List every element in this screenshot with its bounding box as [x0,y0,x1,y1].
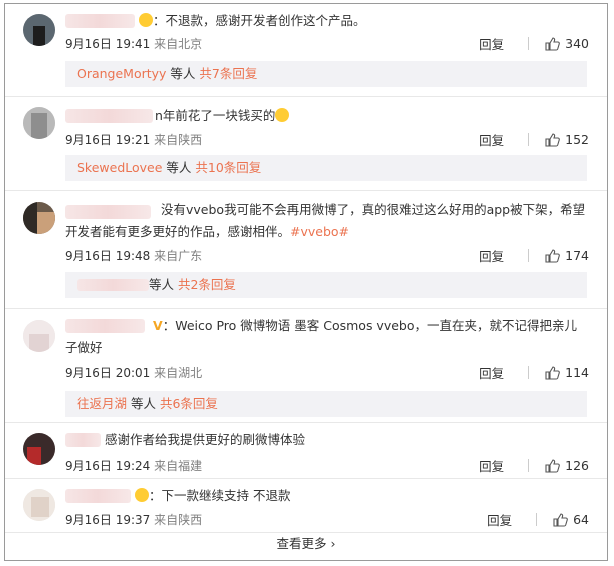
username-blurred[interactable] [65,109,153,123]
comment-date: 9月16日 19:37 [65,513,151,527]
reply-summary[interactable]: OrangeMortyy 等人 共7条回复 [65,61,587,87]
divider [5,422,607,423]
divider [5,96,607,97]
comment-actions: 回复 126 [479,456,589,475]
crown-icon [139,13,153,27]
reply-summary[interactable]: 等人 共2条回复 [65,272,587,298]
like-button[interactable]: 126 [545,458,589,473]
like-button[interactable]: 152 [545,132,589,147]
avatar[interactable] [23,202,55,234]
username-blurred[interactable] [65,489,131,503]
comment-date: 9月16日 19:24 [65,459,151,473]
like-button[interactable]: 114 [545,365,589,380]
comment-location: 来自陕西 [154,513,203,527]
username-blurred[interactable] [65,433,101,447]
reply-button[interactable]: 回复 [487,510,512,529]
thumbs-up-icon [545,132,560,147]
comment-meta: 9月16日 19:24 来自福建 [65,457,202,474]
like-count: 174 [565,248,589,263]
reply-count-link[interactable]: 共7条回复 [199,66,257,81]
comment-text: 感谢作者给我提供更好的刷微博体验 [105,432,306,447]
divider [5,478,607,479]
comment-panel: ：不退款，感谢开发者创作这个产品。 9月16日 19:41 来自北京 回复 34… [4,3,608,561]
like-count: 114 [565,365,589,380]
vip-icon: V [153,318,163,333]
like-button[interactable]: 174 [545,248,589,263]
reply-count-link[interactable]: 共2条回复 [178,277,236,292]
thumbs-up-icon [553,512,568,527]
reply-summary[interactable]: 往返月湖 等人 共6条回复 [65,391,587,417]
comment-actions: 回复 174 [479,246,589,265]
chevron-right-icon: › [330,536,336,551]
topic-tag[interactable]: #vvebo# [290,224,349,239]
comment-meta: 9月16日 20:01 来自湖北 [65,364,202,381]
crying-emoji-icon [275,108,290,122]
like-count: 340 [565,36,589,51]
reply-button[interactable]: 回复 [479,130,504,149]
comment-location: 来自陕西 [154,133,203,147]
comment-meta: 9月16日 19:41 来自北京 [65,35,202,52]
reply-button[interactable]: 回复 [479,456,504,475]
avatar[interactable] [23,14,55,46]
reply-user-blurred[interactable] [77,279,149,291]
view-more-button[interactable]: 查看更多 › [5,533,607,552]
comment-location: 来自北京 [154,37,203,51]
like-count: 126 [565,458,589,473]
reply-count-link[interactable]: 共10条回复 [195,160,261,175]
comment-location: 来自广东 [154,249,203,263]
username-blurred[interactable] [65,14,135,28]
crown-icon [135,488,149,502]
comment-meta: 9月16日 19:48 来自广东 [65,247,202,264]
thumbs-up-icon [545,36,560,51]
avatar[interactable] [23,433,55,465]
comment-actions: 回复 114 [479,363,589,382]
thumbs-up-icon [545,365,560,380]
divider [5,190,607,191]
comment-meta: 9月16日 19:37 来自陕西 [65,511,202,528]
comment-actions: 回复 152 [479,130,589,149]
reply-user-link[interactable]: OrangeMortyy [77,66,166,81]
reply-button[interactable]: 回复 [479,34,504,53]
comment-meta: 9月16日 19:21 来自陕西 [65,131,202,148]
reply-user-link[interactable]: 往返月湖 [77,396,127,411]
reply-button[interactable]: 回复 [479,363,504,382]
comment-location: 来自湖北 [154,366,203,380]
comment-actions: 回复 64 [487,510,589,529]
reply-count-link[interactable]: 共6条回复 [160,396,218,411]
like-button[interactable]: 340 [545,36,589,51]
avatar[interactable] [23,489,55,521]
like-count: 64 [573,512,589,527]
like-count: 152 [565,132,589,147]
comment-text: ：下一款继续支持 不退款 [135,485,585,507]
comment-text: V：Weico Pro 微博物语 墨客 Cosmos vvebo，一直在夹，就不… [65,318,578,355]
avatar[interactable] [23,107,55,139]
thumbs-up-icon [545,458,560,473]
comment-text: n年前花了一块钱买的 [155,105,585,127]
avatar[interactable] [23,320,55,352]
comment-text: ：不退款，感谢开发者创作这个产品。 [139,10,589,32]
comment-location: 来自福建 [154,459,203,473]
divider [5,308,607,309]
comment-actions: 回复 340 [479,34,589,53]
comment-date: 9月16日 19:48 [65,249,151,263]
comment-text: 没有vvebo我可能不会再用微博了，真的很难过这么好用的app被下架，希望开发者… [65,202,586,239]
reply-button[interactable]: 回复 [479,246,504,265]
comment-date: 9月16日 19:21 [65,133,151,147]
reply-summary[interactable]: SkewedLovee 等人 共10条回复 [65,155,587,181]
thumbs-up-icon [545,248,560,263]
comment-date: 9月16日 19:41 [65,37,151,51]
reply-user-link[interactable]: SkewedLovee [77,160,162,175]
like-button[interactable]: 64 [553,512,589,527]
comment-date: 9月16日 20:01 [65,366,151,380]
